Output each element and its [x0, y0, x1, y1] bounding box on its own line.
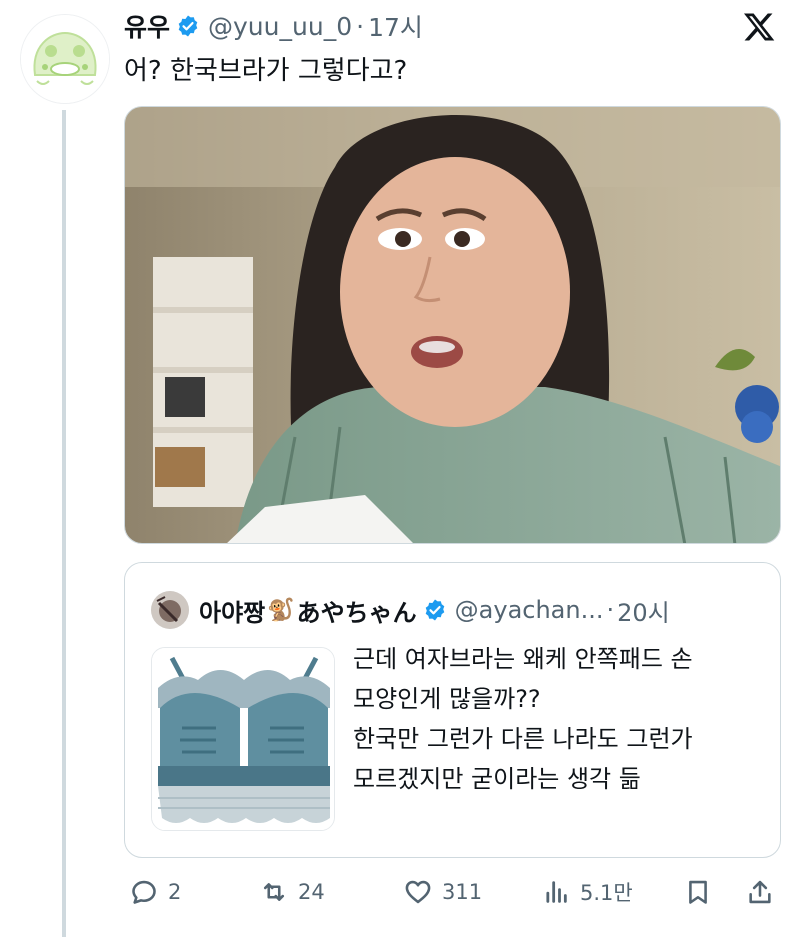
tweet-header: 유우 @yuu_uu_0 · 17시 — [124, 8, 423, 44]
like-count: 311 — [442, 880, 483, 904]
separator-dot: · — [356, 11, 365, 41]
retweet-button[interactable]: 24 — [260, 872, 325, 912]
quoted-author-name[interactable]: 아야짱 — [199, 593, 265, 628]
quoted-author-avatar[interactable] — [151, 591, 189, 629]
verified-badge-icon — [425, 599, 444, 621]
quoted-text-line: 모르겠지만 굳이라는 생각 듦 — [353, 765, 641, 793]
bookmark-icon — [689, 880, 707, 904]
separator-dot: · — [606, 596, 615, 624]
quoted-text-line: 한국만 그런가 다른 나라도 그런가 — [353, 725, 693, 753]
quoted-author-handle[interactable]: @ayachan... — [455, 596, 604, 624]
reply-icon — [132, 880, 156, 904]
quoted-tweet-time[interactable]: 20시 — [617, 593, 670, 628]
quoted-text-line: 근데 여자브라는 왜케 안쪽패드 손 — [353, 645, 693, 673]
tweet-media-image[interactable] — [124, 106, 781, 544]
verified-badge-icon — [178, 15, 198, 37]
quoted-author-name-suffix[interactable]: あやちゃん — [297, 593, 417, 628]
reply-button[interactable]: 2 — [130, 872, 181, 912]
author-handle[interactable]: @yuu_uu_0 — [208, 12, 352, 41]
retweet-count: 24 — [298, 880, 325, 904]
views-button[interactable]: 5.1만 — [542, 872, 633, 912]
quoted-tweet-text: 근데 여자브라는 왜케 안쪽패드 손 모양인게 많을까?? 한국만 그런가 다른… — [353, 639, 773, 799]
video-frame-image — [125, 107, 780, 543]
bookmark-button[interactable] — [684, 872, 712, 912]
analytics-icon — [546, 881, 567, 903]
tweet-action-bar: 2 24 311 5.1만 — [124, 872, 781, 912]
quoted-tweet[interactable]: 아야짱 🐒 あやちゃん @ayachan... · 20시 근데 여자브라는 왜… — [124, 562, 781, 858]
share-icon — [749, 880, 771, 904]
retweet-icon — [263, 883, 285, 901]
quoted-avatar-icon — [151, 591, 189, 629]
author-avatar[interactable] — [20, 14, 110, 104]
bra-product-image — [152, 648, 334, 830]
tweet-time[interactable]: 17시 — [368, 8, 423, 44]
heart-icon — [405, 880, 431, 904]
tweet-text: 어? 한국브라가 그렇다고? — [124, 56, 408, 86]
view-count: 5.1만 — [580, 881, 633, 905]
quoted-tweet-header: 아야짱 🐒 あやちゃん @ayachan... · 20시 — [151, 591, 670, 629]
quoted-text-line: 모양인게 많을까?? — [353, 685, 541, 713]
author-name[interactable]: 유우 — [124, 8, 170, 44]
share-button[interactable] — [746, 872, 774, 912]
like-button[interactable]: 311 — [404, 872, 482, 912]
reply-count: 2 — [168, 880, 182, 904]
frog-avatar-icon — [21, 15, 109, 103]
monkey-emoji-icon: 🐒 — [267, 597, 295, 623]
quoted-media-thumbnail[interactable] — [151, 647, 335, 831]
thread-line — [62, 110, 66, 937]
x-logo-icon[interactable] — [742, 10, 776, 44]
